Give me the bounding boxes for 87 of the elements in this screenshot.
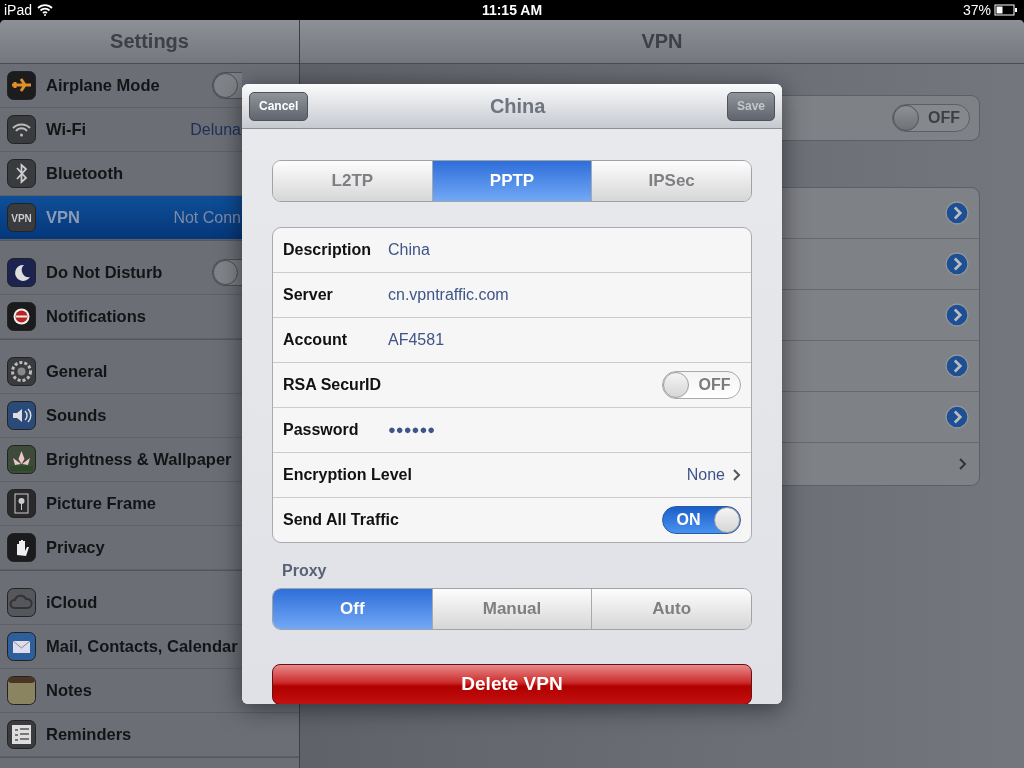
item-label: Mail, Contacts, Calendar <box>46 637 238 656</box>
chevron-icon <box>733 468 741 481</box>
field-label: RSA SecurID <box>283 375 383 394</box>
field-label: Encryption Level <box>283 465 412 484</box>
settings-item[interactable]: Brightness & Wallpaper <box>0 438 242 481</box>
field-value[interactable]: None <box>686 465 725 484</box>
field-label: Password <box>283 420 360 439</box>
settings-item[interactable]: Reminders <box>0 713 242 756</box>
speaker-icon <box>7 401 36 430</box>
clock-time: 11:15 AM <box>481 2 543 18</box>
password-field[interactable]: ●●●●●● <box>388 422 436 438</box>
settings-item[interactable]: VPN VPN Not Conn <box>0 196 242 239</box>
item-label: Wi-Fi <box>46 120 87 139</box>
vpn-icon: VPN <box>7 203 36 232</box>
item-label: Airplane Mode <box>46 76 160 95</box>
dialog-title: China <box>489 94 546 118</box>
section-label: Proxy <box>282 561 328 580</box>
settings-item[interactable]: Wi-Fi Deluna <box>0 108 242 151</box>
item-label: Picture Frame <box>46 494 157 513</box>
segment-tab[interactable]: Auto <box>591 588 751 629</box>
settings-item[interactable]: Picture Frame <box>0 482 242 525</box>
bluetooth-icon <box>7 159 36 188</box>
settings-item[interactable]: Notes <box>0 669 242 712</box>
item-label: Brightness & Wallpaper <box>46 450 232 469</box>
toggle-switch[interactable]: OFF <box>662 370 741 399</box>
battery-icon <box>994 4 1018 16</box>
item-label: iCloud <box>46 593 98 612</box>
detail-disclosure-icon[interactable] <box>945 201 969 225</box>
item-label: Privacy <box>46 538 105 557</box>
text-field[interactable]: China <box>388 240 430 259</box>
settings-item[interactable]: Bluetooth <box>0 152 242 195</box>
toggle-switch[interactable] <box>212 72 242 99</box>
hand-icon <box>7 533 36 562</box>
notepad-icon <box>7 676 36 705</box>
item-label: General <box>46 362 108 381</box>
toggle-switch[interactable] <box>212 259 242 286</box>
detail-disclosure-icon[interactable] <box>945 354 969 378</box>
text-field[interactable]: AF4581 <box>388 330 445 349</box>
delete-button[interactable]: Delete VPN <box>272 663 752 704</box>
item-label: VPN <box>46 208 80 227</box>
segment-tab[interactable]: PPTP <box>431 161 592 201</box>
flower-icon <box>7 445 36 474</box>
segment-tab[interactable]: Manual <box>431 588 592 629</box>
field-label: Server <box>283 285 334 304</box>
item-label: Notes <box>46 681 92 700</box>
settings-item[interactable]: General <box>0 350 242 393</box>
item-label: Do Not Disturb <box>46 263 163 282</box>
detail-disclosure-icon[interactable] <box>945 252 969 276</box>
gear-icon <box>7 357 36 386</box>
field-label: Send All Traffic <box>283 510 399 529</box>
settings-item[interactable]: Airplane Mode <box>0 64 242 107</box>
wifi-icon <box>7 115 36 144</box>
device-name: iPad <box>4 2 33 18</box>
field-label: Description <box>283 240 372 259</box>
settings-item[interactable]: Notifications <box>0 295 242 338</box>
cancel-button[interactable]: Cancel <box>249 91 309 121</box>
toggle-switch[interactable]: ON <box>662 505 741 534</box>
segment-tab[interactable]: Off <box>273 588 432 629</box>
text-field[interactable]: cn.vpntraffic.com <box>388 285 509 304</box>
field-label: Account <box>283 330 348 349</box>
segment-tab[interactable]: L2TP <box>273 161 432 201</box>
settings-item[interactable]: Mail, Contacts, Calendar <box>0 625 242 668</box>
picture-frame-icon <box>7 489 36 518</box>
envelope-icon <box>7 632 36 661</box>
chevron-icon[interactable] <box>959 458 967 470</box>
settings-item[interactable]: Sounds <box>0 394 242 437</box>
detail-disclosure-icon[interactable] <box>945 405 969 429</box>
item-label: Notifications <box>46 307 146 326</box>
item-label: Reminders <box>46 725 132 744</box>
settings-item[interactable]: Do Not Disturb <box>0 251 242 294</box>
moon-icon <box>7 258 36 287</box>
wifi-icon <box>37 4 54 16</box>
settings-item[interactable]: iCloud <box>0 581 242 624</box>
battery-percent: 37% <box>962 2 991 18</box>
airplane-icon <box>7 71 36 100</box>
cloud-icon <box>7 588 36 617</box>
checklist-icon <box>7 720 36 749</box>
item-label: Bluetooth <box>46 164 123 183</box>
settings-item[interactable]: Privacy <box>0 526 242 569</box>
detail-disclosure-icon[interactable] <box>945 303 969 327</box>
segment-tab[interactable]: IPSec <box>591 161 751 201</box>
item-value: Not Conn <box>173 208 241 227</box>
toggle-switch[interactable]: OFF <box>892 104 970 132</box>
item-label: Sounds <box>46 406 107 425</box>
item-value: Deluna <box>190 120 241 139</box>
sidebar-title: Settings <box>110 30 189 53</box>
detail-title: VPN <box>641 30 683 53</box>
